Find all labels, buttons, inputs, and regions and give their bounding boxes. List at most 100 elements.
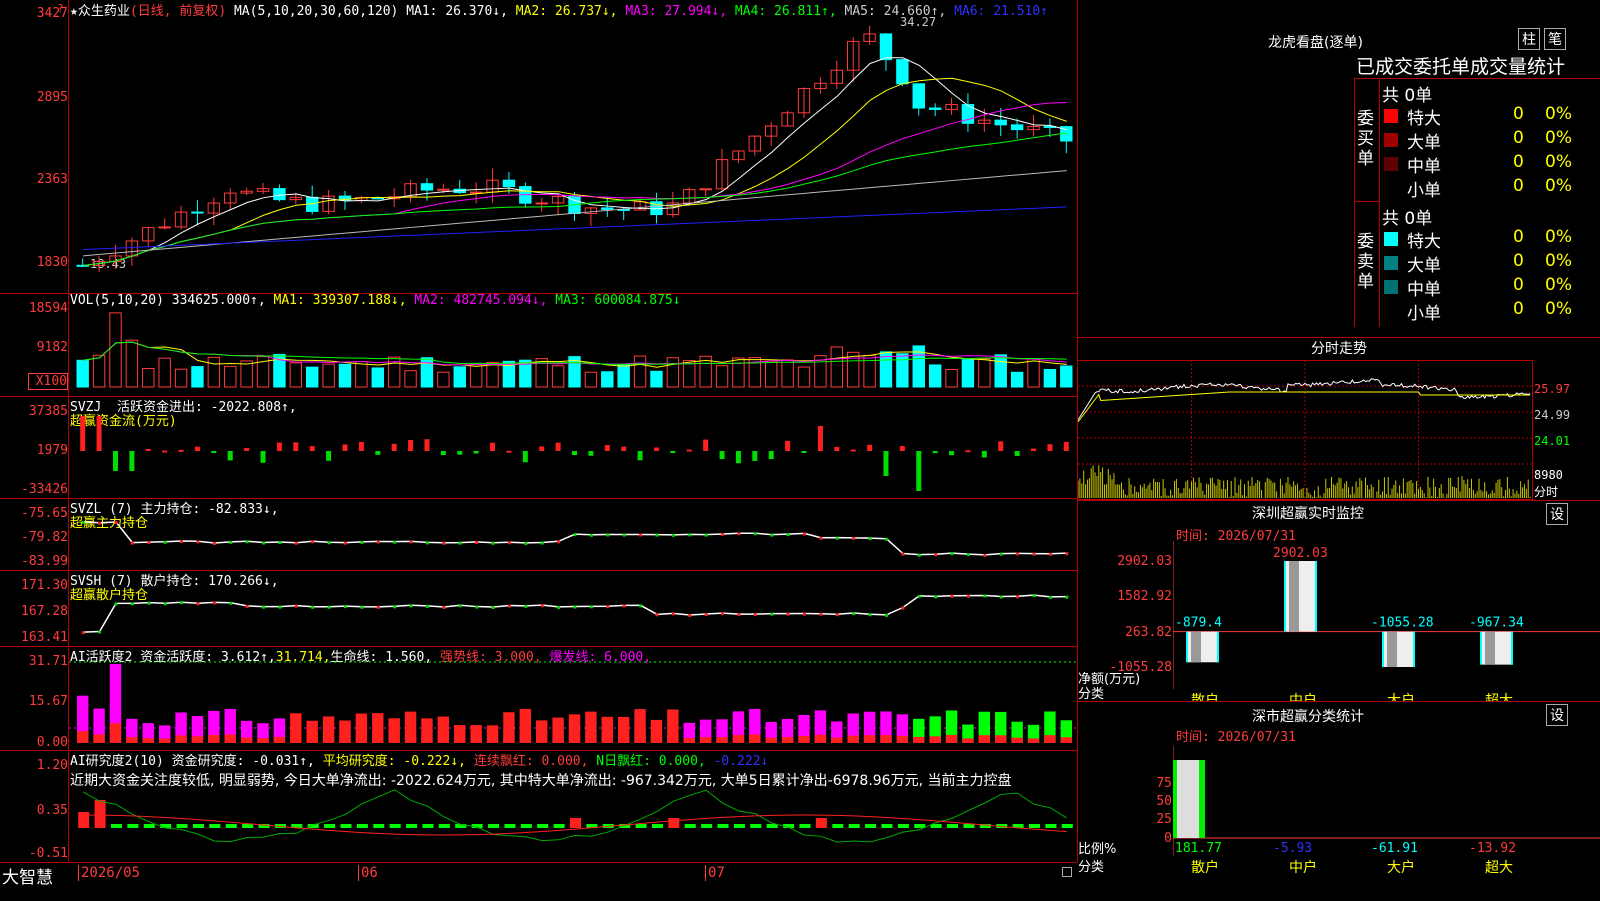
ai-research-bars[interactable] [69,750,1076,861]
yaxis-label: 1.20 [36,758,68,773]
holding-dot [934,553,938,557]
intraday-panel[interactable]: 分时走势 25.97 24.99 24.01 8980 分时 [1078,338,1600,501]
intraday-unit: 分时 [1534,485,1559,499]
volume-bar [617,364,630,388]
intraday-chart[interactable] [1078,360,1532,498]
bar-mode-button[interactable]: 柱 [1518,28,1540,50]
holding-dot [98,521,102,525]
activity-base-bar [568,735,581,743]
holding-dot [1032,552,1036,556]
holding-dot [245,540,249,544]
research-bar [225,824,237,828]
fund-flow-bar [1063,441,1069,451]
ai-active-bars[interactable] [69,646,1076,749]
research-bar [94,800,106,828]
left-chart-area[interactable]: 3427 2895 2363 1830 ? ★众生药业(日线, 前复权) MA(… [0,0,1078,862]
svsh-line[interactable] [69,570,1076,645]
candle-body [1010,124,1024,131]
activity-base-bar [814,734,827,743]
candlestick-chart[interactable] [69,14,1076,292]
svsh-panel[interactable]: 171.30 167.28 163.41 SVSH (7) 散户持仓: 170.… [0,570,1077,647]
volume-panel[interactable]: 18594 9182 X100 VOL(5,10,20) 334625.000↑… [0,293,1077,397]
research-bar [192,824,204,828]
activity-base-bar [699,737,712,743]
fund-flow-bar [555,442,561,451]
settings-button[interactable]: 设 [1546,503,1568,525]
ai-active-panel[interactable]: 31.71 15.67 0.00 AI活跃度2 资金活跃度: 3.612↑,31… [0,646,1077,751]
vol-ma2: MA2: 482745.094↓, [414,293,548,308]
sz-monitor-chart[interactable]: -879.4 散户 2902.03 中户 -1055.28 大户 -967.34 超大 [1173,541,1600,701]
fund-flow-bar [604,445,610,451]
order-count: 0 [1513,104,1524,124]
fund-flow-bar [326,451,332,461]
activity-base-bar [77,731,89,743]
candle-body [502,179,516,188]
order-type-label: 中单 [1407,280,1441,300]
category-label: 散户 [1191,692,1219,701]
activity-base-bar [388,736,400,743]
buy-total: 共 0单 [1382,86,1433,106]
volume-bar [404,370,417,388]
fund-flow-bar [358,441,364,451]
bar-value-label: -1055.28 [1371,616,1434,631]
svzl-panel[interactable]: -75.65 -79.82 -83.99 SVZL (7) 主力持仓: -82.… [0,498,1077,571]
svzj-panel[interactable]: 37385 1979 -33426 SVZJ 活跃资金进出: -2022.808… [0,396,1077,499]
volume-bar [683,360,696,388]
category-label: 超大 [1485,693,1513,701]
holding-dot [475,540,479,544]
holding-dot [573,605,577,609]
svzl-line[interactable] [69,498,1076,569]
fund-flow-bar [621,446,627,451]
intraday-y-label: 24.01 [1534,434,1571,448]
main-kline-panel[interactable]: 3427 2895 2363 1830 ? ★众生药业(日线, 前复权) MA(… [0,0,1077,294]
fund-flow-bar [850,449,856,452]
holding-dot [557,540,561,544]
order-color-swatch [1384,109,1398,123]
lock-icon[interactable] [1062,867,1072,877]
pen-mode-button[interactable]: 笔 [1544,28,1566,50]
fund-flow-bar [817,426,823,451]
holding-dot [114,521,118,525]
holding-dot [622,604,626,608]
order-color-swatch [1384,133,1398,147]
activity-base-bar [995,735,1007,743]
volume-bars[interactable] [69,307,1076,395]
fund-flow-bar [981,451,987,458]
holding-dot [917,594,921,598]
settings-button[interactable]: 设 [1546,704,1568,726]
activity-base-bar [617,736,630,743]
holding-dot [966,553,970,557]
research-bar [520,824,532,828]
ratio-bar-shade [1177,760,1199,838]
activity-base-bar [601,736,613,743]
holding-dot [868,613,872,617]
buy-label: 委买单 [1357,109,1374,169]
holding-dot [671,533,675,537]
activity-base-bar [290,735,302,743]
ai-research-panel[interactable]: 1.20 0.35 -0.51 AI研究度2(10) 资金研究度: -0.031… [0,750,1077,862]
holding-dot [425,541,429,545]
holding-dot [852,612,856,616]
sz-y-label: 1582.92 [1117,589,1172,604]
fund-flow-bar [293,442,299,451]
volume-bar [732,357,745,388]
intraday-price-line [1078,378,1531,421]
bar-value-label: -13.92 [1469,841,1516,856]
holding-dot [458,604,462,608]
activity-base-bar [454,738,466,743]
holding-dot [983,594,987,598]
brand-logo: 大智慧 [2,868,53,888]
research-line-green [82,789,1068,843]
main-yaxis: 3427 2895 2363 1830 ? [0,0,69,293]
fund-flow-bar [752,451,758,461]
volume-bar [420,357,434,388]
volume-bar [486,361,499,388]
fund-flow-bar [588,451,594,456]
yaxis-label: 2363 [36,172,68,187]
holding-dot [589,533,593,537]
svzj-bars[interactable] [69,396,1076,497]
sz-stats-chart[interactable]: 181.77 散户 -5.93 中户 -61.91 大户 -13.92 超大 [1173,746,1600,900]
volume-bar [896,353,909,388]
sell-side-label: 委卖单 [1355,202,1380,327]
activity-base-bar [355,735,368,743]
